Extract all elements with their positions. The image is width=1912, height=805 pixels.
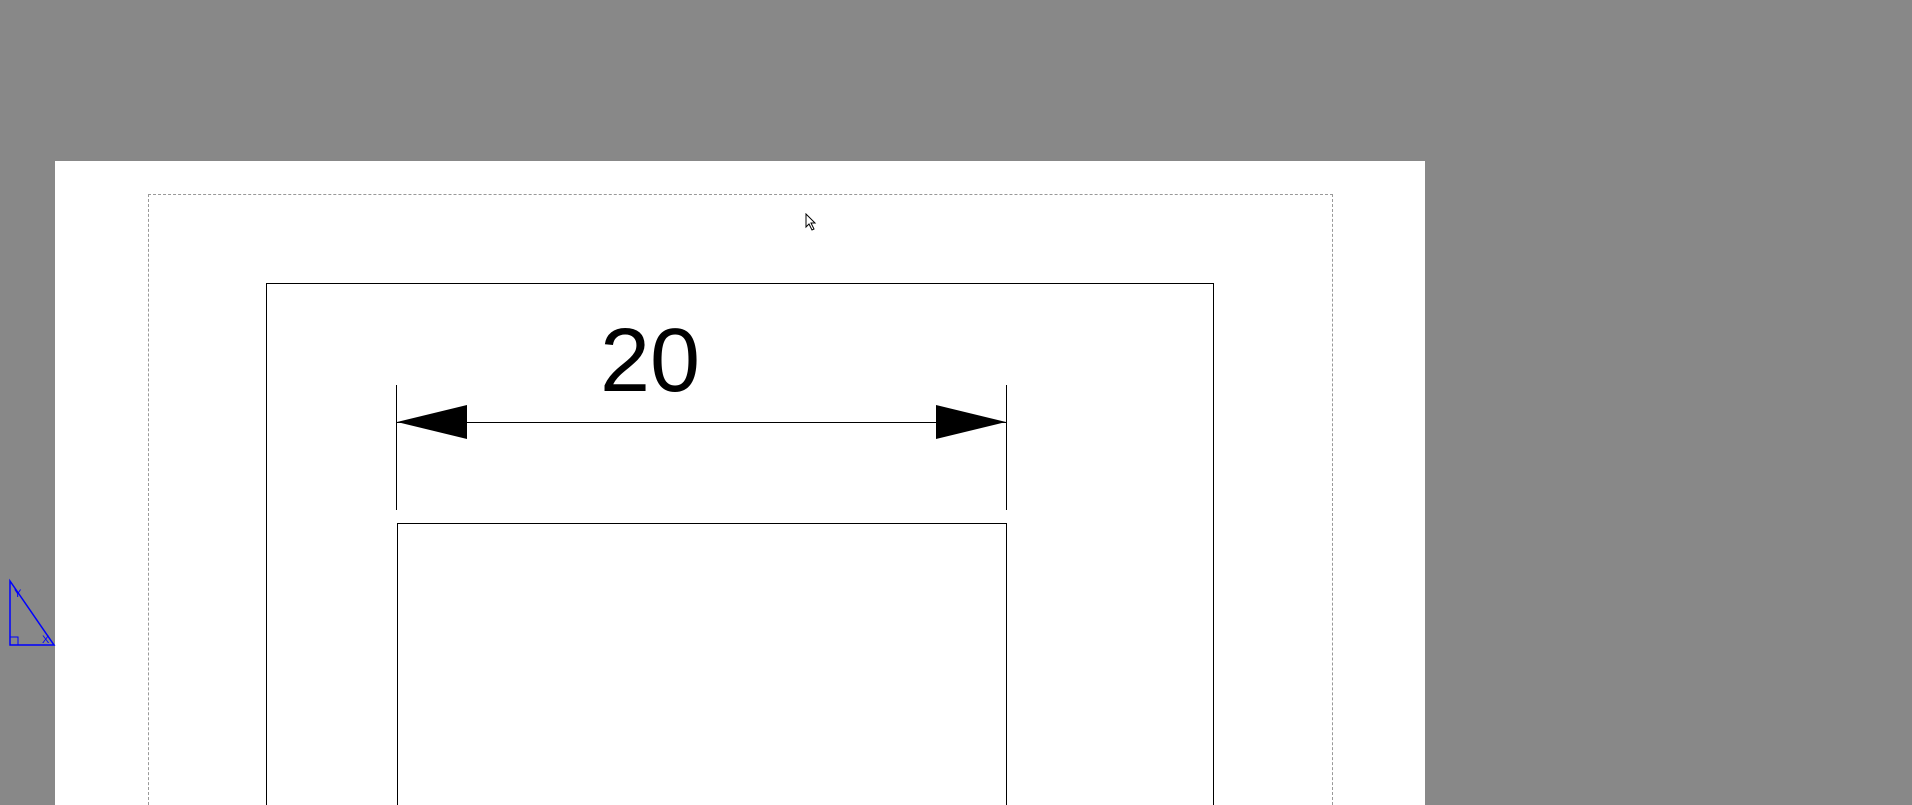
- dimension-arrow-left: [397, 405, 467, 439]
- dimension-extension-line-right[interactable]: [1006, 385, 1007, 510]
- dimension-extension-line-left[interactable]: [396, 385, 397, 510]
- dimension-text[interactable]: 20: [600, 310, 700, 413]
- ucs-icon[interactable]: Y X: [6, 577, 56, 654]
- ucs-y-label: Y: [14, 588, 22, 600]
- drawing-rectangle[interactable]: [397, 523, 1007, 805]
- dimension-arrow-right: [936, 405, 1006, 439]
- dimension-line[interactable]: [397, 422, 1006, 423]
- ucs-x-label: X: [42, 634, 50, 646]
